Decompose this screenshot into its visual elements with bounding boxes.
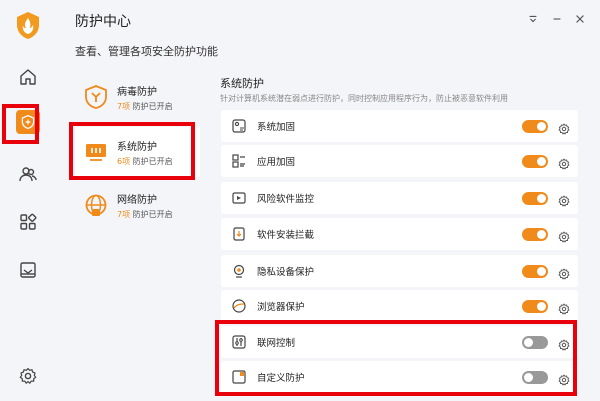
toggle-knob (537, 229, 546, 239)
app-hardening-icon (231, 153, 247, 169)
app-window: 防护中心 查看、管理各项安全防护功能 病毒防护 7项 防护已开启 系统防护 6项… (0, 0, 600, 401)
protection-row: 隐私设备保护 (221, 255, 578, 287)
toggle-knob (524, 337, 533, 347)
category-name: 系统防护 (117, 141, 157, 153)
toggle-knob (537, 266, 546, 276)
category-count: 6项 (117, 156, 131, 166)
left-rail (0, 0, 55, 401)
toggle-switch[interactable] (522, 227, 548, 241)
row-settings-gear-icon[interactable] (558, 228, 570, 243)
network-control-icon (231, 334, 247, 350)
row-label: 隐私设备保护 (257, 267, 315, 278)
row-label: 应用加固 (257, 157, 296, 168)
section-title: 系统防护 (220, 77, 264, 90)
toggle-switch[interactable] (522, 299, 548, 313)
toggle-switch[interactable] (522, 335, 548, 349)
risk-software-icon (231, 190, 247, 206)
protection-row: 软件安装拦截 (221, 218, 578, 250)
row-settings-gear-icon[interactable] (558, 155, 570, 170)
toggle-switch[interactable] (522, 119, 548, 133)
page-subtitle: 查看、管理各项安全防护功能 (75, 45, 218, 58)
toggle-knob (537, 156, 546, 166)
protection-shield-icon[interactable] (16, 110, 40, 134)
settings-gear-icon[interactable] (14, 362, 42, 390)
page-title: 防护中心 (75, 14, 131, 30)
category-virus-protection[interactable]: 病毒防护 7项 防护已开启 (75, 72, 200, 122)
row-label: 联网控制 (257, 338, 296, 349)
row-settings-gear-icon[interactable] (558, 120, 570, 135)
home-icon[interactable] (14, 63, 42, 91)
row-settings-gear-icon[interactable] (558, 265, 570, 280)
protection-row: 联网控制 (221, 326, 578, 358)
toggle-knob (537, 121, 546, 131)
install-block-icon (231, 226, 247, 242)
row-settings-gear-icon[interactable] (558, 192, 570, 207)
row-label: 系统加固 (257, 122, 296, 133)
toggle-switch[interactable] (522, 370, 548, 384)
category-status: 防护已开启 (132, 209, 173, 219)
network-globe-icon (83, 192, 109, 218)
category-system-protection[interactable]: 系统防护 6项 防护已开启 (75, 127, 200, 177)
toggle-knob (537, 193, 546, 203)
minimize-icon[interactable] (550, 12, 564, 26)
protection-row: 浏览器保护 (221, 290, 578, 322)
category-count: 7项 (117, 209, 131, 219)
app-logo-icon (13, 10, 43, 40)
system-monitor-icon (83, 139, 109, 165)
toggle-knob (537, 301, 546, 311)
category-network-protection[interactable]: 网络防护 7项 防护已开启 (75, 180, 200, 230)
toggle-switch[interactable] (522, 154, 548, 168)
protection-row: 自定义防护 (221, 361, 578, 393)
toggle-knob (524, 372, 533, 382)
row-settings-gear-icon[interactable] (558, 371, 570, 386)
custom-protection-icon (231, 369, 247, 385)
row-label: 软件安装拦截 (257, 230, 315, 241)
row-label: 浏览器保护 (257, 302, 305, 313)
row-settings-gear-icon[interactable] (558, 336, 570, 351)
row-label: 风险软件监控 (257, 194, 315, 205)
row-settings-gear-icon[interactable] (558, 300, 570, 315)
row-label: 自定义防护 (257, 373, 305, 384)
protection-row: 风险软件监控 (221, 182, 578, 214)
menu-dropdown-icon[interactable] (526, 12, 540, 26)
category-name: 病毒防护 (117, 86, 157, 98)
privacy-camera-icon (231, 263, 247, 279)
virus-shield-icon (83, 84, 109, 110)
toggle-switch[interactable] (522, 264, 548, 278)
protection-row: 系统加固 (221, 110, 578, 142)
browser-icon (231, 298, 247, 314)
category-count: 7项 (117, 101, 131, 111)
toggle-switch[interactable] (522, 191, 548, 205)
close-icon[interactable] (573, 12, 587, 26)
toolbox-icon[interactable] (14, 256, 42, 284)
category-name: 网络防护 (117, 194, 157, 206)
category-status: 防护已开启 (132, 156, 173, 166)
protection-row: 应用加固 (221, 145, 578, 177)
category-status: 防护已开启 (132, 101, 173, 111)
users-icon[interactable] (14, 160, 42, 188)
apps-grid-icon[interactable] (14, 208, 42, 236)
system-hardening-icon (231, 118, 247, 134)
section-description: 针对计算机系统潜在弱点进行防护，同时控制应用程序行为，防止被恶意软件利用 (220, 94, 508, 103)
